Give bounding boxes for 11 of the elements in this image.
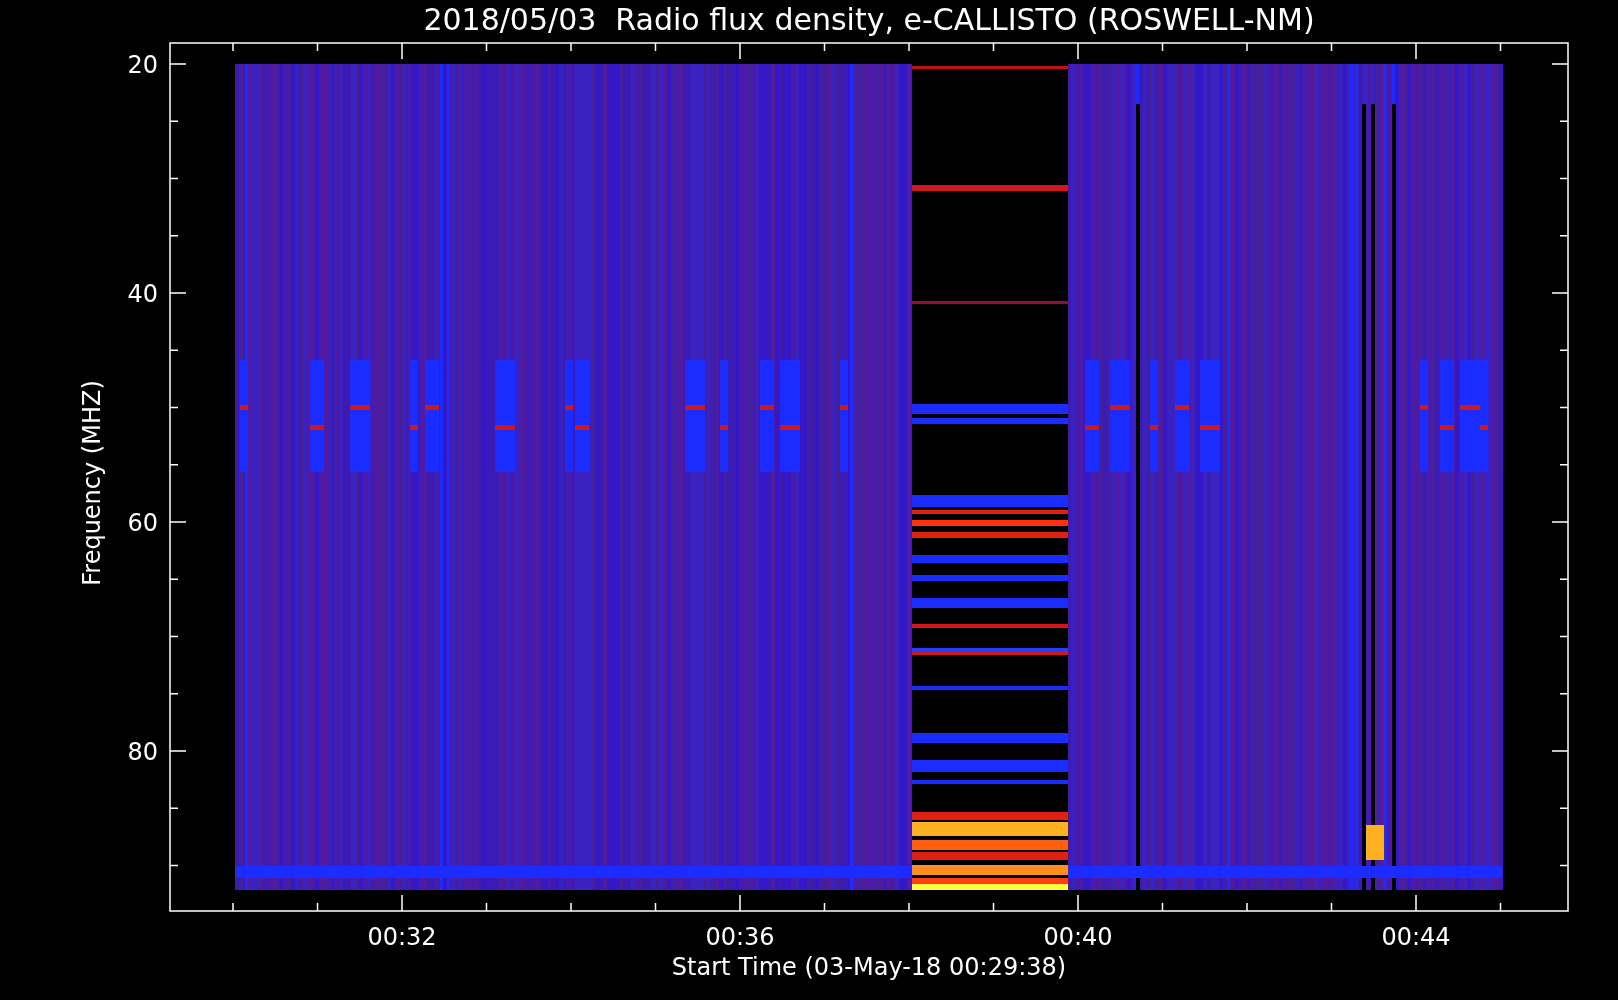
x-tick-label: 00:36 [705,923,775,951]
y-tick-label: 80 [127,738,158,766]
chart-title: 2018/05/03 Radio flux density, e-CALLISTO (ROSWELL-NM) [423,2,1315,37]
x-tick-label: 00:44 [1381,923,1451,951]
y-axis-title: Frequency (MHZ) [78,380,106,586]
x-tick-label: 00:32 [367,923,437,951]
y-tick-label: 60 [127,509,158,537]
y-tick-label: 20 [127,51,158,79]
y-tick-label: 40 [127,280,158,308]
x-axis-title: Start Time (03-May-18 00:29:38) [671,953,1067,981]
x-tick-label: 00:40 [1043,923,1113,951]
